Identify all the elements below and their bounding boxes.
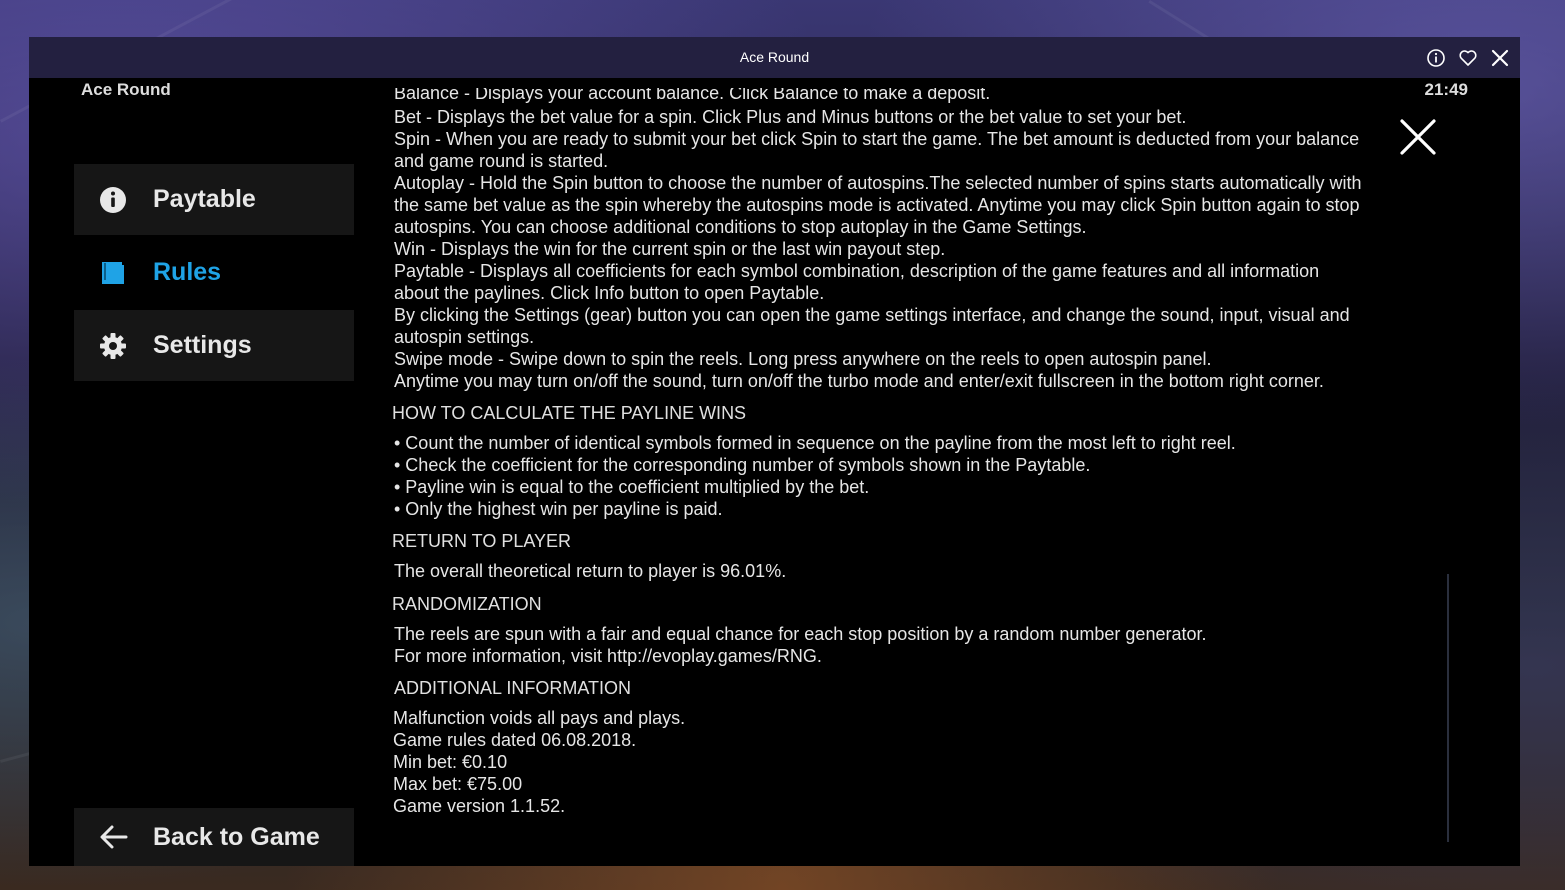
- back-to-game-label: Back to Game: [153, 822, 320, 851]
- rules-line: autospins. You can choose additional con…: [394, 217, 1087, 237]
- sidebar-item-label: Rules: [153, 258, 222, 286]
- rules-line: Paytable - Displays all coefficients for…: [394, 261, 1320, 281]
- scrollbar[interactable]: [1447, 574, 1449, 842]
- payline-heading: HOW TO CALCULATE THE PAYLINE WINS: [392, 403, 747, 423]
- rules-line: Anytime you may turn on/off the sound, t…: [394, 371, 1324, 391]
- list-item: Malfunction voids all pays and plays.: [393, 708, 686, 728]
- sidebar: Paytable Rules Settings Back to Game: [74, 78, 354, 866]
- info-circle-icon: [100, 186, 126, 213]
- list-item: Max bet: €75.00: [393, 774, 523, 794]
- sidebar-item-rules[interactable]: Rules: [74, 237, 354, 308]
- rules-line: Bet - Displays the bet value for a spin.…: [394, 107, 1187, 127]
- book-icon: [102, 261, 124, 284]
- randomization-heading: RANDOMIZATION: [392, 594, 542, 614]
- clipped-line: Balance - Displays your account balance.…: [394, 88, 991, 103]
- window-title: Ace Round: [739, 49, 810, 65]
- gear-icon: [100, 332, 126, 359]
- controls-section: Bet - Displays the bet value for a spin.…: [394, 106, 1444, 392]
- list-item: Game version 1.1.52.: [393, 796, 566, 816]
- close-rules-icon[interactable]: [1399, 118, 1437, 156]
- sidebar-item-settings[interactable]: Settings: [74, 310, 354, 381]
- list-item: Min bet: €0.10: [393, 752, 508, 772]
- rtp-text: The overall theoretical return to player…: [394, 561, 787, 581]
- rules-line: Win - Displays the win for the current s…: [394, 239, 946, 259]
- info-icon[interactable]: [1425, 47, 1447, 69]
- rules-line: about the paylines. Click Info button to…: [394, 283, 825, 303]
- list-item: Game rules dated 06.08.2018.: [393, 730, 637, 750]
- sidebar-item-label: Settings: [153, 331, 252, 359]
- rules-line: Spin - When you are ready to submit your…: [394, 129, 1360, 149]
- rules-line: Autoplay - Hold the Spin button to choos…: [394, 173, 1362, 193]
- arrow-left-icon: [100, 825, 128, 849]
- additional-info-heading: ADDITIONAL INFORMATION: [394, 678, 632, 698]
- list-item: • Only the highest win per payline is pa…: [394, 499, 723, 519]
- rules-line: By clicking the Settings (gear) button y…: [394, 305, 1350, 325]
- close-icon[interactable]: [1489, 47, 1511, 69]
- sidebar-item-label: Paytable: [153, 185, 256, 213]
- title-bar: Ace Round: [29, 37, 1520, 78]
- rules-panel: Ace Round 21:49 Paytable Rules Settings …: [29, 78, 1520, 866]
- list-item: • Count the number of identical symbols …: [394, 433, 1236, 453]
- rtp-heading: RETURN TO PLAYER: [392, 531, 572, 551]
- rules-line: the same bet value as the spin whereby t…: [394, 195, 1360, 215]
- back-to-game-button[interactable]: Back to Game: [74, 808, 354, 866]
- rules-line: autospin settings.: [394, 327, 535, 347]
- heart-icon[interactable]: [1457, 47, 1479, 69]
- sidebar-item-paytable[interactable]: Paytable: [74, 164, 354, 235]
- list-item: • Payline win is equal to the coefficien…: [394, 477, 870, 497]
- list-item: • Check the coefficient for the correspo…: [394, 455, 1091, 475]
- rules-content: Balance - Displays your account balance.…: [392, 78, 1454, 866]
- rules-line: and game round is started.: [394, 151, 609, 171]
- rules-line: Swipe mode - Swipe down to spin the reel…: [394, 349, 1212, 369]
- payline-list: • Count the number of identical symbols …: [394, 432, 1444, 520]
- rules-window: Ace Round Ace Round 21:49 Paytable Rules…: [29, 37, 1520, 866]
- additional-info-list: Malfunction voids all pays and plays. Ga…: [393, 707, 1443, 817]
- randomization-text: The reels are spun with a fair and equal…: [394, 624, 1207, 666]
